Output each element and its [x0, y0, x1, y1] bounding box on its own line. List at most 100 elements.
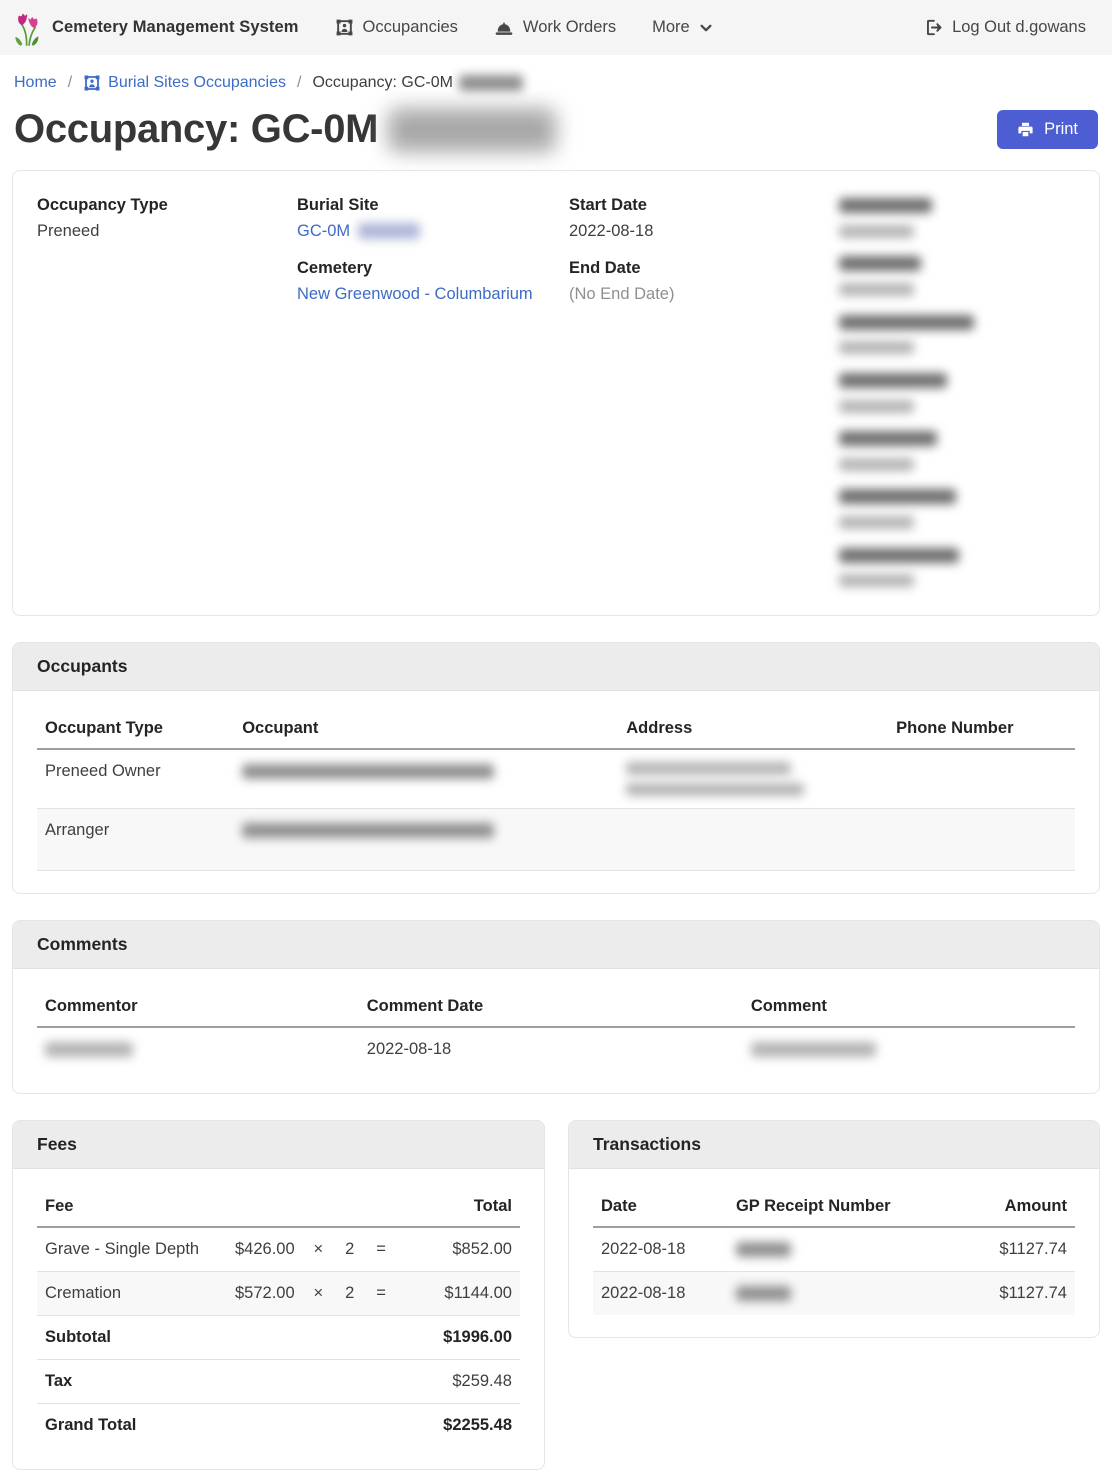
occupants-title: Occupants [13, 643, 1099, 691]
column-header-spacer [221, 1189, 303, 1227]
grand-total-value: $2255.48 [397, 1403, 520, 1447]
app-title: Cemetery Management System [52, 18, 299, 37]
logout-link[interactable]: Log Out d.gowans [924, 18, 1086, 37]
nav-item-work-orders[interactable]: Work Orders [494, 18, 616, 37]
cemetery-link[interactable]: New Greenwood - Columbarium [297, 285, 533, 303]
comments-card: Comments Commentor Comment Date Comment … [12, 920, 1100, 1094]
field-value: 2022-08-18 [569, 221, 839, 242]
nav-item-label: Occupancies [363, 18, 458, 37]
fee-row: Grave - Single Depth $426.00 × 2 = $852.… [37, 1227, 520, 1272]
occupancy-details-card: Occupancy Type Preneed Burial Site GC-0M… [12, 170, 1100, 616]
details-column-4-redacted [839, 195, 1075, 591]
comments-title: Comments [13, 921, 1099, 969]
nav-item-label: More [652, 18, 690, 37]
transaction-date-cell: 2022-08-18 [593, 1227, 728, 1272]
redacted-value [839, 283, 914, 296]
redacted-label [839, 256, 921, 271]
transactions-card: Transactions Date GP Receipt Number Amou… [568, 1120, 1100, 1338]
redacted-label [839, 431, 937, 446]
comment-date-cell: 2022-08-18 [359, 1027, 743, 1071]
nav-item-more[interactable]: More [652, 18, 713, 37]
column-header-spacer [334, 1189, 365, 1227]
redacted-value [839, 574, 914, 587]
column-header: Phone Number [888, 711, 1075, 749]
address-cell [618, 749, 888, 809]
redacted-text [388, 108, 556, 152]
breadcrumb-current: Occupancy: GC-0M [312, 74, 522, 92]
column-header: Commentor [37, 989, 359, 1027]
fee-price-cell: $426.00 [221, 1227, 303, 1272]
redacted-text [736, 1286, 791, 1301]
fee-equals-cell: = [365, 1271, 396, 1315]
logout-label: Log Out d.gowans [952, 18, 1086, 37]
fee-qty-cell: 2 [334, 1271, 365, 1315]
breadcrumb-occupancies-link[interactable]: Burial Sites Occupancies [83, 74, 286, 92]
redacted-field [839, 370, 1075, 416]
occupant-cell [234, 749, 618, 809]
redacted-text [626, 783, 804, 796]
column-header: GP Receipt Number [728, 1189, 940, 1227]
grand-total-row: Grand Total $2255.48 [37, 1403, 520, 1447]
field-occupancy-type: Occupancy Type Preneed [37, 195, 297, 241]
transaction-amount-cell: $1127.74 [940, 1227, 1075, 1272]
redacted-value [839, 341, 914, 354]
occupants-card: Occupants Occupant Type Occupant Address… [12, 642, 1100, 894]
column-header: Amount [940, 1189, 1075, 1227]
redacted-field [839, 545, 1075, 591]
column-header: Occupant [234, 711, 618, 749]
printer-icon [1017, 121, 1034, 138]
table-row: 2022-08-18 [37, 1027, 1075, 1071]
column-header: Comment Date [359, 989, 743, 1027]
redacted-text [45, 1042, 133, 1057]
details-column-3: Start Date 2022-08-18 End Date (No End D… [569, 195, 839, 591]
fee-total-cell: $852.00 [397, 1227, 520, 1272]
field-label: Start Date [569, 195, 839, 216]
field-value: Preneed [37, 221, 297, 242]
occupant-cell [234, 808, 618, 870]
column-header-spacer [365, 1189, 396, 1227]
occupants-header-row: Occupant Type Occupant Address Phone Num… [37, 711, 1075, 749]
print-button[interactable]: Print [997, 110, 1098, 149]
redacted-text [242, 823, 494, 838]
transaction-amount-cell: $1127.74 [940, 1271, 1075, 1315]
receipt-cell [728, 1227, 940, 1272]
fee-total-cell: $1144.00 [397, 1271, 520, 1315]
occupant-type-cell: Preneed Owner [37, 749, 234, 809]
burial-site-link[interactable]: GC-0M [297, 222, 350, 240]
nav-item-occupancies[interactable]: Occupancies [335, 18, 458, 37]
redacted-text [626, 762, 791, 775]
breadcrumb-home-link[interactable]: Home [14, 74, 57, 92]
redacted-field [839, 486, 1075, 532]
subtotal-row: Subtotal $1996.00 [37, 1315, 520, 1359]
top-navbar: Cemetery Management System Occupancies W… [0, 0, 1112, 55]
receipt-cell [728, 1271, 940, 1315]
breadcrumb-parent-label: Burial Sites Occupancies [108, 74, 286, 92]
column-header: Address [618, 711, 888, 749]
fee-name-cell: Grave - Single Depth [37, 1227, 221, 1272]
address-cell [618, 808, 888, 870]
fee-price-cell: $572.00 [221, 1271, 303, 1315]
occupant-type-cell: Arranger [37, 808, 234, 870]
fees-table: Fee Total Grave - Single Depth $426.00 ×… [37, 1189, 520, 1447]
phone-cell [888, 808, 1075, 870]
transactions-table: Date GP Receipt Number Amount 2022-08-18… [593, 1189, 1075, 1315]
redacted-label [839, 315, 974, 330]
tax-label: Tax [37, 1359, 397, 1403]
logout-icon [924, 18, 943, 37]
subtotal-value: $1996.00 [397, 1315, 520, 1359]
fee-qty-cell: 2 [334, 1227, 365, 1272]
hard-hat-icon [494, 19, 514, 37]
transactions-header-row: Date GP Receipt Number Amount [593, 1189, 1075, 1227]
fee-equals-cell: = [365, 1227, 396, 1272]
redacted-value [839, 458, 914, 471]
column-header: Total [397, 1189, 520, 1227]
details-column-1: Occupancy Type Preneed [37, 195, 297, 591]
table-row: Arranger [37, 808, 1075, 870]
column-header: Date [593, 1189, 728, 1227]
column-header-spacer [303, 1189, 334, 1227]
field-start-date: Start Date 2022-08-18 [569, 195, 839, 241]
fees-card: Fees Fee Total Grave - Single D [12, 1120, 545, 1470]
breadcrumb-separator: / [297, 74, 301, 92]
transaction-row: 2022-08-18 $1127.74 [593, 1227, 1075, 1272]
phone-cell [888, 749, 1075, 809]
